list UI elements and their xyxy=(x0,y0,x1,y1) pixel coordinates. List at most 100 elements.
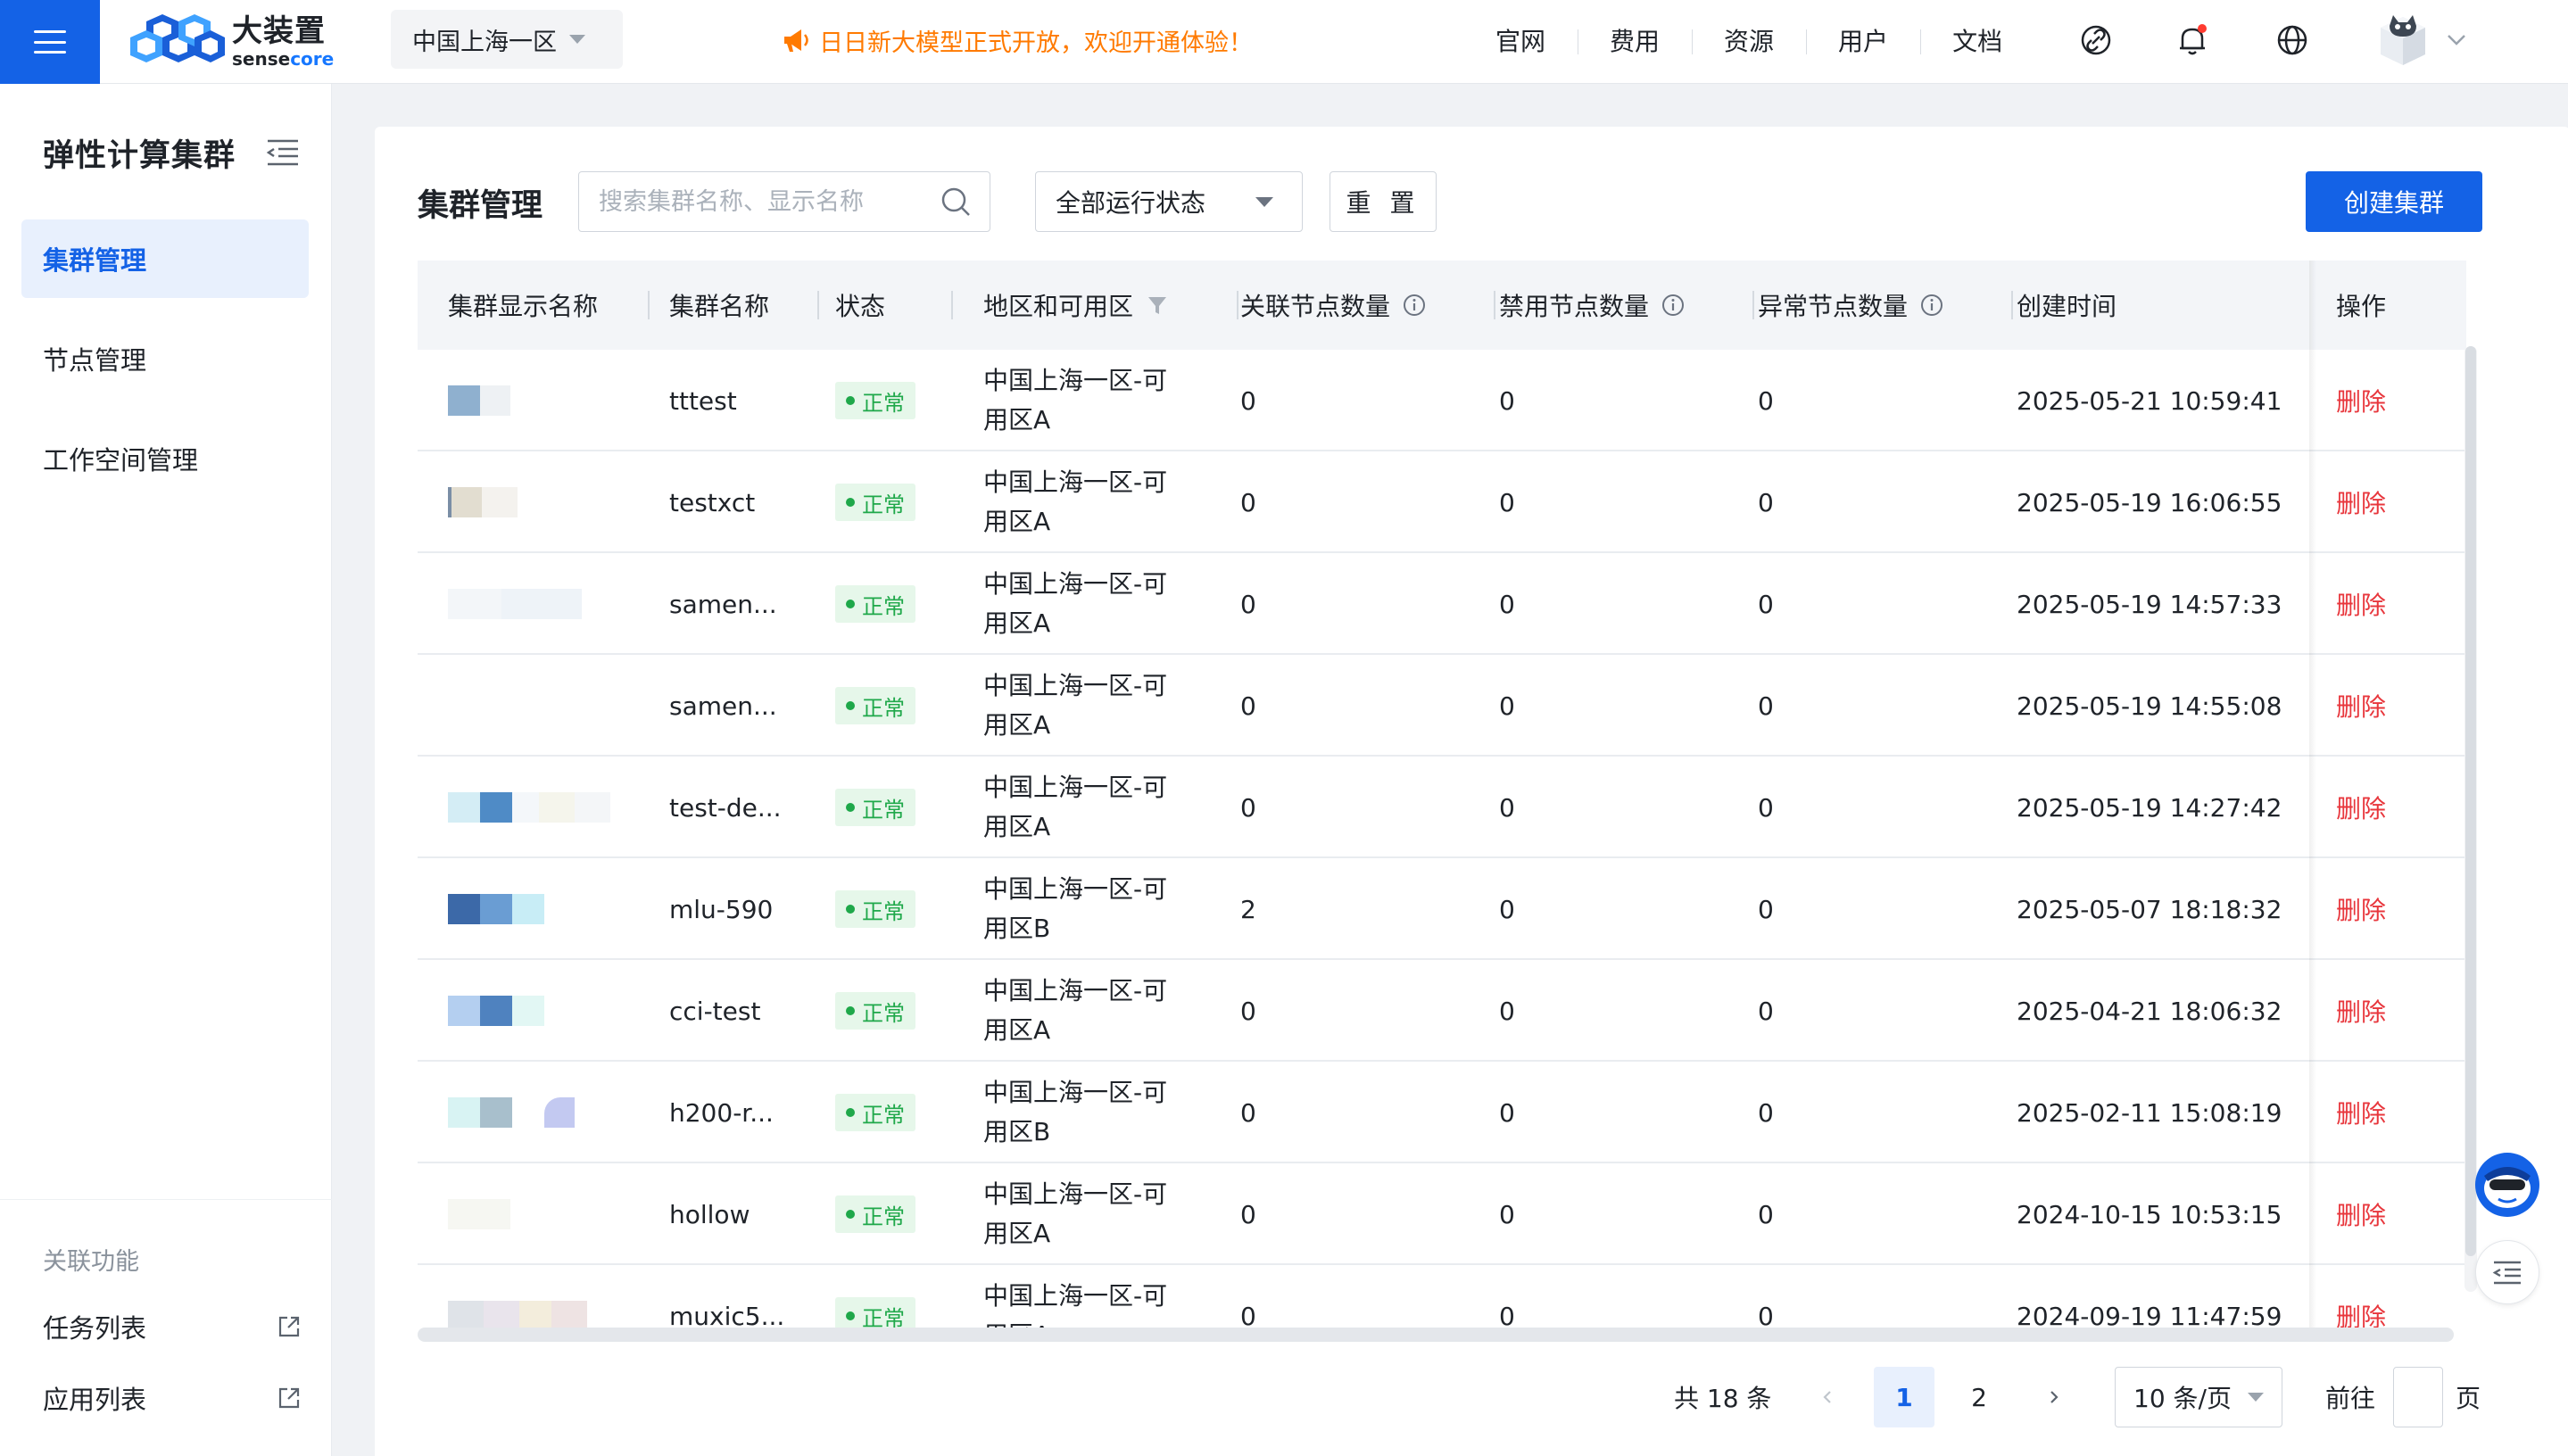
cluster-name[interactable]: samen... xyxy=(669,553,777,655)
page-button-1[interactable]: 1 xyxy=(1874,1367,1934,1427)
linked-nodes-cell: 0 xyxy=(1240,792,1256,823)
status-badge: 正常 xyxy=(835,484,915,521)
display-name-cell xyxy=(448,757,610,858)
created-time-cell: 2025-05-07 18:18:32 xyxy=(2017,894,2282,924)
sidebar-item-cluster-management[interactable]: 集群管理 xyxy=(21,219,309,298)
created-time-cell: 2024-09-19 11:47:59 xyxy=(2017,1301,2282,1331)
page-size-value: 10 条/页 xyxy=(2133,1384,2232,1413)
created-time-cell: 2025-04-21 18:06:32 xyxy=(2017,996,2282,1026)
delete-button[interactable]: 删除 xyxy=(2336,484,2386,520)
blurred-display-name xyxy=(448,487,518,517)
sidebar-item-node-management[interactable]: 节点管理 xyxy=(21,319,309,398)
cluster-name[interactable]: tttest xyxy=(669,350,737,451)
chevron-right-icon xyxy=(2050,1391,2059,1403)
linked-nodes-cell: 0 xyxy=(1240,1097,1256,1128)
table-row: tttest 正常 中国上海一区-可 用区A 0 0 0 2025-05-21 … xyxy=(418,350,2466,451)
cluster-name[interactable]: samen... xyxy=(669,655,777,757)
chevron-left-icon xyxy=(1823,1391,1831,1403)
sidebar-item-workspace-management[interactable]: 工作空间管理 xyxy=(21,419,309,498)
page-size-select[interactable]: 10 条/页 xyxy=(2115,1367,2282,1427)
cluster-name[interactable]: h200-r... xyxy=(669,1062,774,1163)
status-badge: 正常 xyxy=(835,1094,915,1131)
announcement[interactable]: 日日新大模型正式开放，欢迎开通体验！ xyxy=(782,20,1253,61)
blurred-display-name xyxy=(448,1199,510,1229)
collapse-menu-icon[interactable] xyxy=(266,137,300,168)
table-row: cci-test 正常 中国上海一区-可 用区A 0 0 0 2025-04-2… xyxy=(418,960,2466,1062)
assistant-bot-icon[interactable] xyxy=(2472,1149,2543,1220)
region-select[interactable]: 中国上海一区 xyxy=(391,10,623,69)
search-input[interactable] xyxy=(599,187,938,216)
nav-users[interactable]: 用户 xyxy=(1806,22,1920,58)
create-cluster-button[interactable]: 创建集群 xyxy=(2306,171,2482,232)
action-cell: 删除 xyxy=(2336,1062,2386,1163)
scrollbar-thumb[interactable] xyxy=(2465,346,2476,1256)
delete-button[interactable]: 删除 xyxy=(2336,1298,2386,1331)
external-link-icon xyxy=(278,1316,300,1337)
page-button-2[interactable]: 2 xyxy=(1949,1367,2009,1427)
status-filter-value: 全部运行状态 xyxy=(1056,188,1206,218)
display-name-cell xyxy=(448,451,518,553)
filter-icon[interactable] xyxy=(1146,294,1169,317)
nav-docs[interactable]: 文档 xyxy=(1920,22,2034,58)
linked-nodes-cell: 0 xyxy=(1240,487,1256,517)
sidebar-link-app-list[interactable]: 应用列表 xyxy=(43,1379,302,1417)
user-menu[interactable] xyxy=(2375,9,2473,71)
region-cell: 中国上海一区-可 用区A xyxy=(983,671,1168,740)
blurred-display-name xyxy=(448,996,544,1026)
status-badge: 正常 xyxy=(835,382,915,419)
delete-button[interactable]: 删除 xyxy=(2336,891,2386,927)
nav-billing[interactable]: 费用 xyxy=(1578,22,1692,58)
info-icon[interactable] xyxy=(1920,294,1943,317)
display-name-cell xyxy=(448,1265,587,1331)
globe-icon[interactable] xyxy=(2274,21,2311,59)
goto-page-input[interactable] xyxy=(2393,1367,2443,1427)
disabled-nodes-cell: 0 xyxy=(1499,589,1515,619)
logo[interactable]: 大装置 sensecore xyxy=(130,11,334,73)
nav-official-site[interactable]: 官网 xyxy=(1463,22,1578,58)
delete-button[interactable]: 删除 xyxy=(2336,790,2386,825)
status-cell: 正常 xyxy=(835,1265,915,1331)
search-icon[interactable] xyxy=(938,184,973,219)
cluster-table: 集群显示名称 集群名称 状态 地区和可用区 关联节点数量 禁用节点数量 异常节点… xyxy=(418,261,2466,1331)
cluster-name[interactable]: muxic5... xyxy=(669,1265,784,1331)
cluster-name[interactable]: test-de... xyxy=(669,757,782,858)
next-page-button[interactable] xyxy=(2024,1367,2084,1427)
cluster-name[interactable]: cci-test xyxy=(669,960,760,1062)
delete-button[interactable]: 删除 xyxy=(2336,1196,2386,1232)
abnormal-nodes-cell: 0 xyxy=(1758,589,1774,619)
sidebar-link-task-list[interactable]: 任务列表 xyxy=(43,1308,302,1345)
cluster-name[interactable]: hollow xyxy=(669,1163,750,1265)
prev-page-button[interactable] xyxy=(1797,1367,1858,1427)
reset-button[interactable]: 重 置 xyxy=(1330,171,1437,232)
delete-button[interactable]: 删除 xyxy=(2336,383,2386,418)
link-icon[interactable] xyxy=(2077,21,2115,59)
delete-button[interactable]: 删除 xyxy=(2336,1095,2386,1130)
delete-button[interactable]: 删除 xyxy=(2336,993,2386,1029)
top-nav: 官网 费用 资源 用户 文档 xyxy=(1463,20,2034,61)
horizontal-scrollbar[interactable] xyxy=(418,1328,2454,1342)
menu-button[interactable] xyxy=(0,0,100,84)
action-cell: 删除 xyxy=(2336,553,2386,655)
status-badge: 正常 xyxy=(835,687,915,724)
info-icon[interactable] xyxy=(1403,294,1426,317)
region-cell: 中国上海一区-可 用区A xyxy=(983,976,1168,1045)
goto-label: 前往 xyxy=(2325,1384,2376,1413)
cluster-name[interactable]: mlu-590 xyxy=(669,858,773,960)
cluster-name[interactable]: testxct xyxy=(669,451,755,553)
table-row: samen... 正常 中国上海一区-可 用区A 0 0 0 2025-05-1… xyxy=(418,553,2466,655)
status-cell: 正常 xyxy=(835,350,915,451)
abnormal-nodes-cell: 0 xyxy=(1758,996,1774,1026)
action-cell: 删除 xyxy=(2336,1265,2386,1331)
bell-icon[interactable] xyxy=(2174,21,2211,59)
abnormal-nodes-cell: 0 xyxy=(1758,894,1774,924)
delete-button[interactable]: 删除 xyxy=(2336,586,2386,622)
search-box xyxy=(578,171,990,232)
status-filter-select[interactable]: 全部运行状态 xyxy=(1035,171,1303,232)
info-icon[interactable] xyxy=(1661,294,1685,317)
side-panel-toggle[interactable] xyxy=(2475,1240,2539,1304)
delete-button[interactable]: 删除 xyxy=(2336,688,2386,724)
status-cell: 正常 xyxy=(835,858,915,960)
action-cell: 删除 xyxy=(2336,960,2386,1062)
disabled-nodes-cell: 0 xyxy=(1499,385,1515,416)
nav-resources[interactable]: 资源 xyxy=(1692,22,1806,58)
